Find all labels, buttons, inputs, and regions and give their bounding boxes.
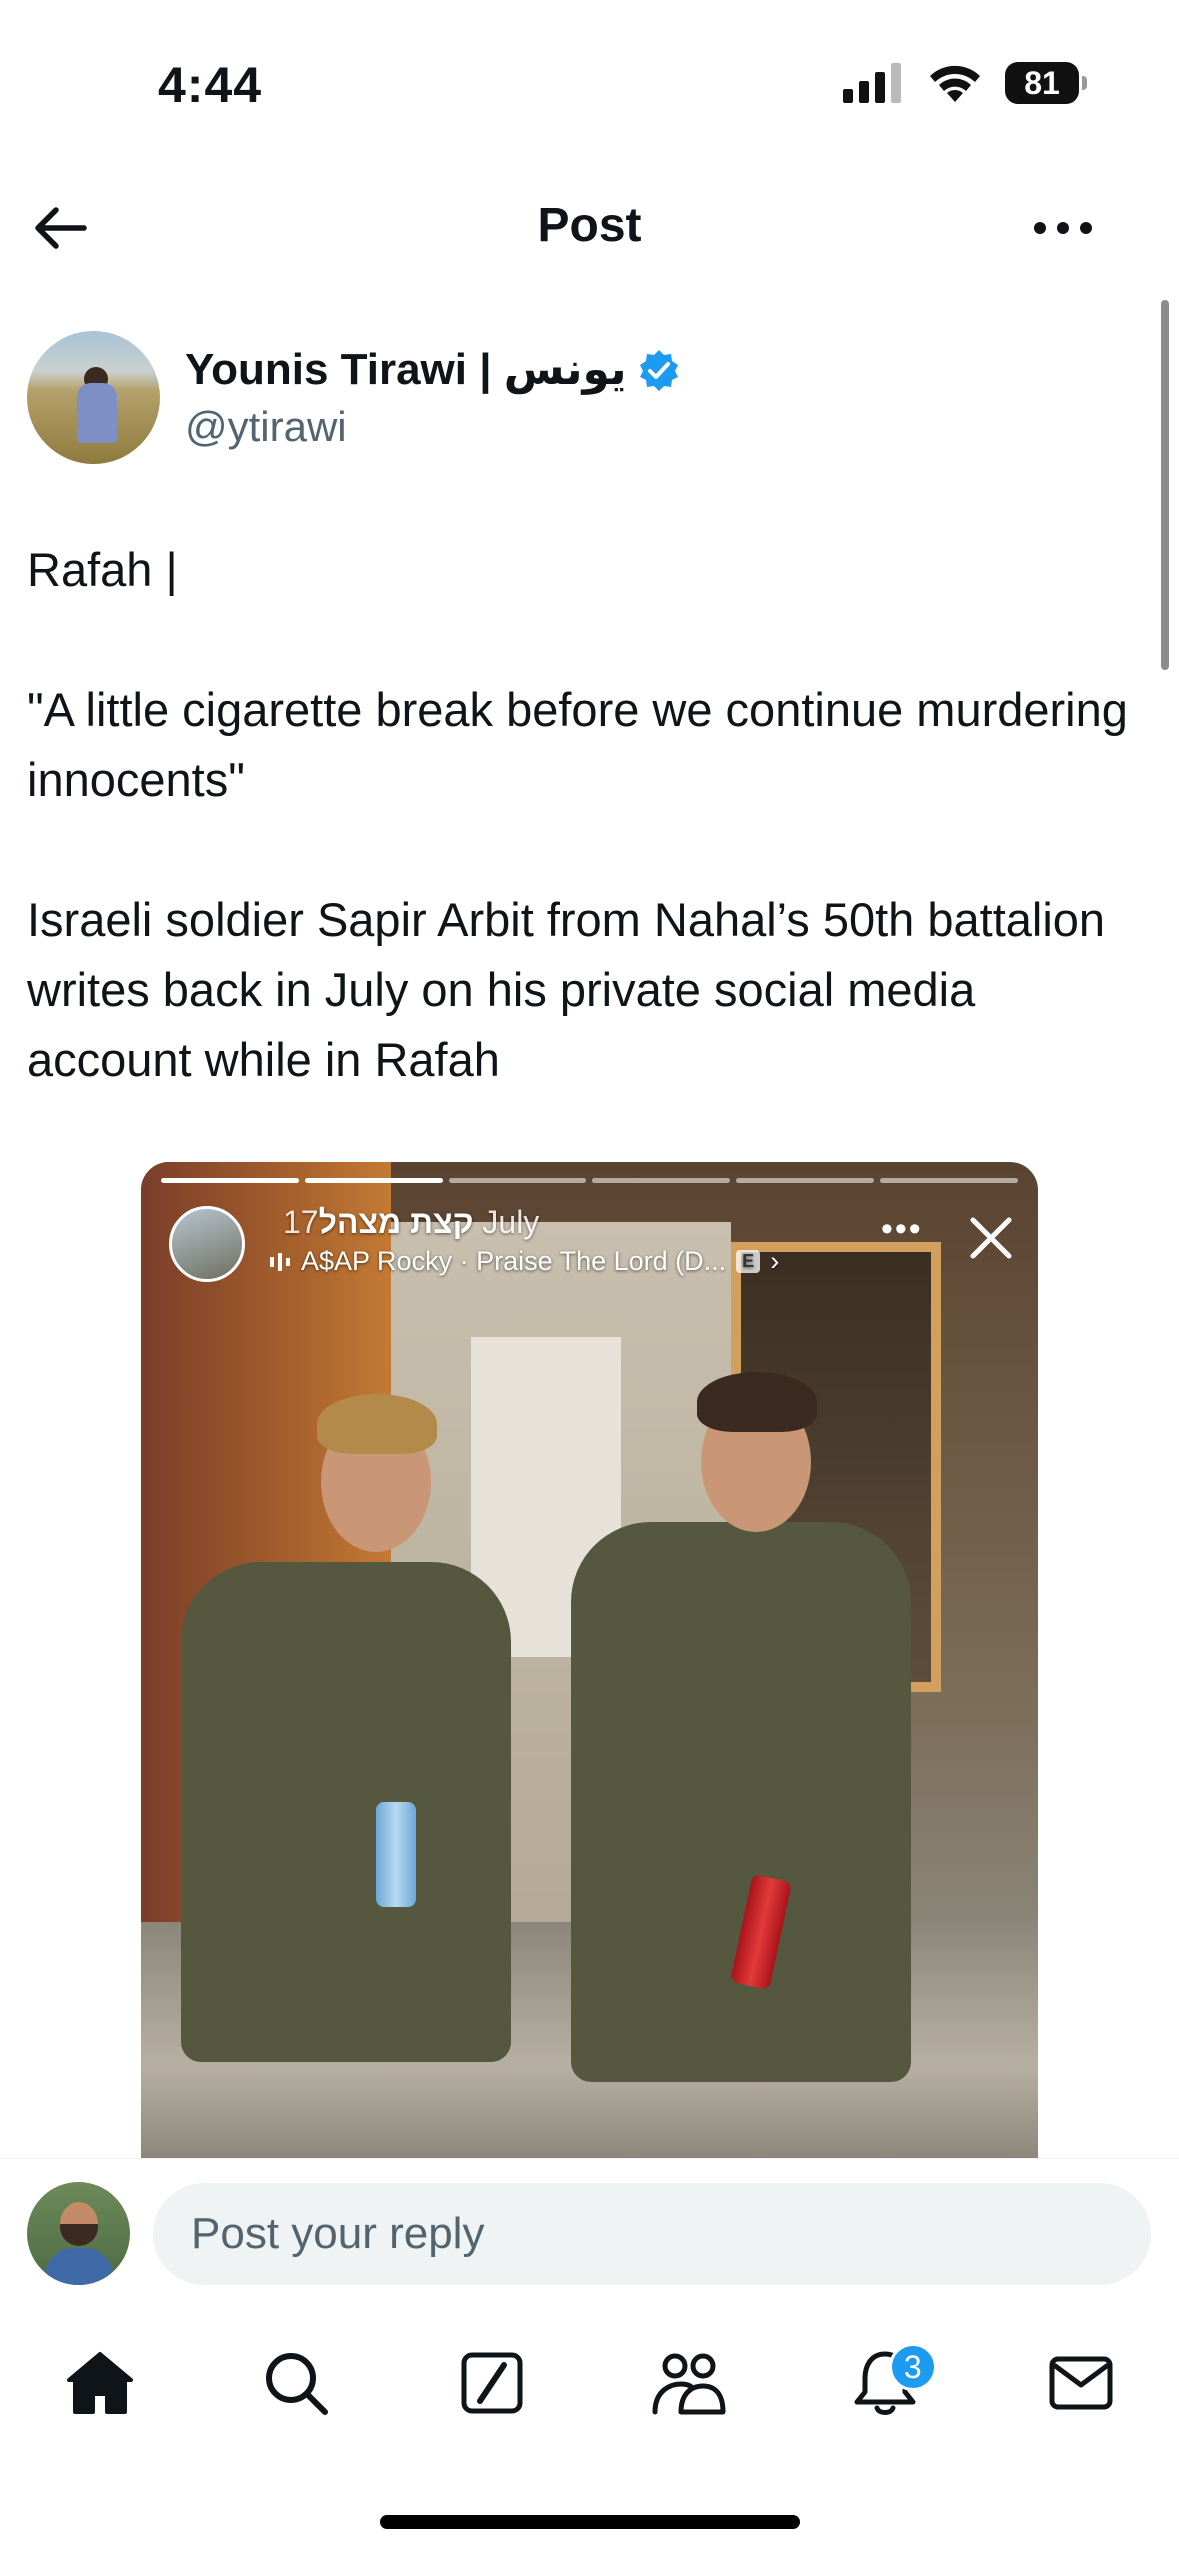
tab-search[interactable] xyxy=(246,2333,346,2433)
verified-badge-icon xyxy=(639,349,678,391)
home-indicator[interactable] xyxy=(380,2515,800,2529)
author-avatar[interactable] xyxy=(27,331,160,464)
communities-icon xyxy=(652,2353,726,2415)
story-music-line: A$AP Rocky · Praise The Lord (D... E › xyxy=(269,1246,779,1277)
post-paragraph: Rafah | xyxy=(27,543,178,596)
author-name[interactable]: Younis Tirawi | يونس xyxy=(185,344,627,395)
status-time: 4:44 xyxy=(158,57,263,113)
story-close-icon xyxy=(970,1217,1012,1259)
tab-bar: 3 xyxy=(0,2308,1179,2458)
photo-figure-right xyxy=(571,1522,911,2082)
more-dots-icon xyxy=(1034,222,1092,234)
tab-grok[interactable] xyxy=(442,2333,542,2433)
tab-notifications[interactable]: 3 xyxy=(835,2333,937,2433)
post-author[interactable]: Younis Tirawi | يونس @ytirawi xyxy=(27,330,681,465)
tab-messages[interactable] xyxy=(1031,2333,1131,2433)
story-avatar xyxy=(169,1206,245,1282)
notification-count-badge: 3 xyxy=(888,2343,937,2391)
post-media-image[interactable]: קצת מצהל17 July A$AP Rocky · Praise The … xyxy=(141,1162,1038,2162)
nav-header: Post xyxy=(0,170,1179,285)
search-icon xyxy=(266,2353,329,2415)
story-music-text: A$AP Rocky · Praise The Lord (D... xyxy=(301,1246,727,1276)
drink-can-blue xyxy=(376,1802,416,1907)
post-paragraph: "A little cigarette break before we cont… xyxy=(27,683,1128,806)
status-icons: 81 xyxy=(843,62,1087,104)
tab-communities[interactable] xyxy=(639,2333,739,2433)
user-avatar[interactable] xyxy=(27,2182,130,2285)
status-bar: 4:44 81 xyxy=(0,0,1179,170)
messages-icon xyxy=(1049,2356,1113,2410)
story-username: קצת מצהל17 July xyxy=(283,1204,540,1240)
more-options-button[interactable] xyxy=(1027,196,1099,260)
post-text: Rafah | "A little cigarette break before… xyxy=(27,535,1147,1095)
story-more-icon: ••• xyxy=(881,1210,923,1248)
wifi-icon xyxy=(930,65,980,102)
post-paragraph: Israeli soldier Sapir Arbit from Nahal’s… xyxy=(27,893,1106,1086)
story-progress-bar xyxy=(161,1178,1018,1183)
explicit-badge: E xyxy=(736,1250,761,1273)
scrollbar[interactable] xyxy=(1161,300,1169,670)
battery-indicator: 81 xyxy=(1005,62,1087,104)
photo-figure-left xyxy=(181,1562,511,2062)
reply-input[interactable]: Post your reply xyxy=(153,2183,1151,2285)
author-handle[interactable]: @ytirawi xyxy=(185,403,681,451)
music-bars-icon xyxy=(270,1252,290,1271)
cellular-signal-icon xyxy=(843,63,901,103)
reply-bar: Post your reply xyxy=(0,2158,1179,2308)
tab-home[interactable] xyxy=(50,2333,150,2433)
grok-icon xyxy=(461,2352,523,2414)
chevron-right-icon: › xyxy=(770,1246,780,1276)
home-icon xyxy=(67,2352,133,2414)
page-title: Post xyxy=(537,199,642,252)
